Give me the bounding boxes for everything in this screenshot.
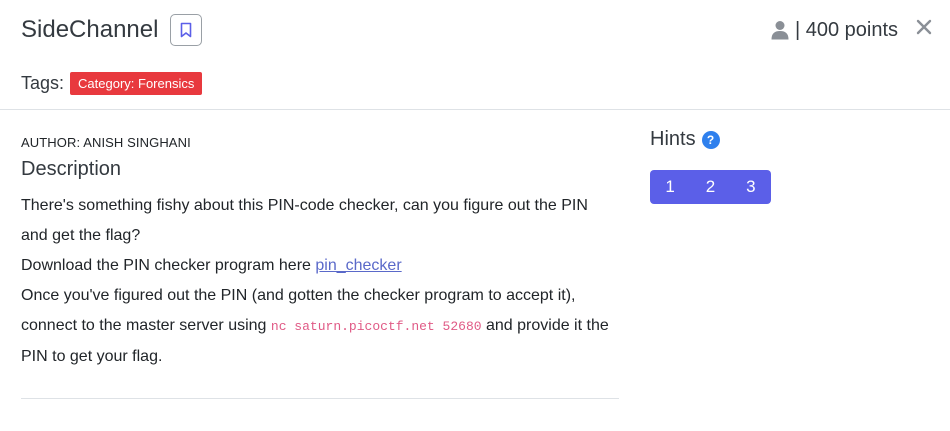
download-text: Download the PIN checker program here bbox=[21, 257, 316, 274]
close-button[interactable] bbox=[914, 15, 934, 39]
bookmark-icon bbox=[180, 22, 192, 38]
bookmark-button[interactable] bbox=[170, 14, 202, 46]
description-heading: Description bbox=[21, 158, 122, 180]
pin-checker-link[interactable]: pin_checker bbox=[315, 257, 401, 274]
tags-label: Tags: bbox=[21, 73, 65, 93]
help-icon[interactable]: ? bbox=[701, 130, 720, 149]
challenge-content: AUTHOR: ANISH SINGHANI Description There… bbox=[21, 130, 619, 372]
tag-badge-category[interactable]: Category: Forensics bbox=[70, 72, 203, 95]
challenge-title: SideChannel bbox=[21, 16, 159, 43]
hints-header: Hints ? bbox=[650, 128, 771, 151]
challenge-header: SideChannel | 400 points Tags: Category:… bbox=[0, 0, 950, 110]
points-display: | 400 points bbox=[771, 13, 898, 47]
hint-button-1[interactable]: 1 bbox=[650, 170, 690, 204]
points-text: | 400 points bbox=[794, 18, 898, 41]
hint-button-3[interactable]: 3 bbox=[731, 170, 771, 204]
description-line: There's something fishy about this PIN-c… bbox=[21, 197, 588, 244]
server-command: nc saturn.picoctf.net 52680 bbox=[270, 319, 482, 334]
author-line: AUTHOR: ANISH SINGHANI bbox=[21, 135, 191, 150]
hints-title: Hints bbox=[650, 128, 696, 150]
description-body: There's something fishy about this PIN-c… bbox=[21, 191, 619, 372]
description-line: Download the PIN checker program here pi… bbox=[21, 251, 619, 281]
description-line: Once you've figured out the PIN (and got… bbox=[21, 281, 619, 372]
hint-button-group: 1 2 3 bbox=[650, 170, 771, 204]
user-icon bbox=[771, 20, 789, 40]
hints-panel: Hints ? 1 2 3 bbox=[650, 128, 771, 204]
tags-row: Tags: Category: Forensics bbox=[21, 72, 203, 95]
content-divider bbox=[21, 398, 619, 399]
close-icon bbox=[916, 19, 932, 35]
hint-button-2[interactable]: 2 bbox=[690, 170, 730, 204]
